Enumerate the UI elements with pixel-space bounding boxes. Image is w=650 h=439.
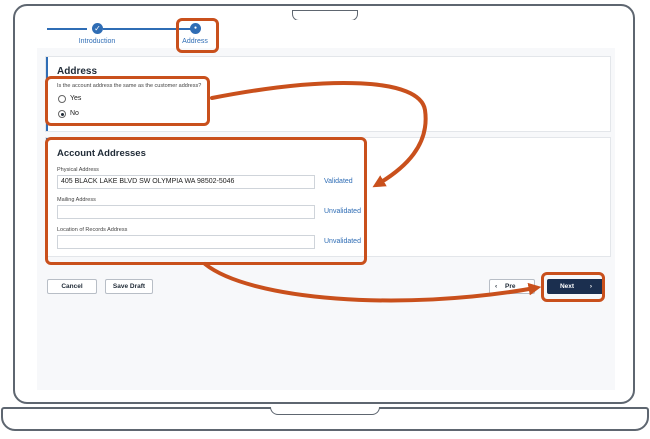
annotation-arrows <box>203 80 542 303</box>
arrow-to-addresses <box>210 80 428 188</box>
arrow-to-next <box>203 262 542 303</box>
